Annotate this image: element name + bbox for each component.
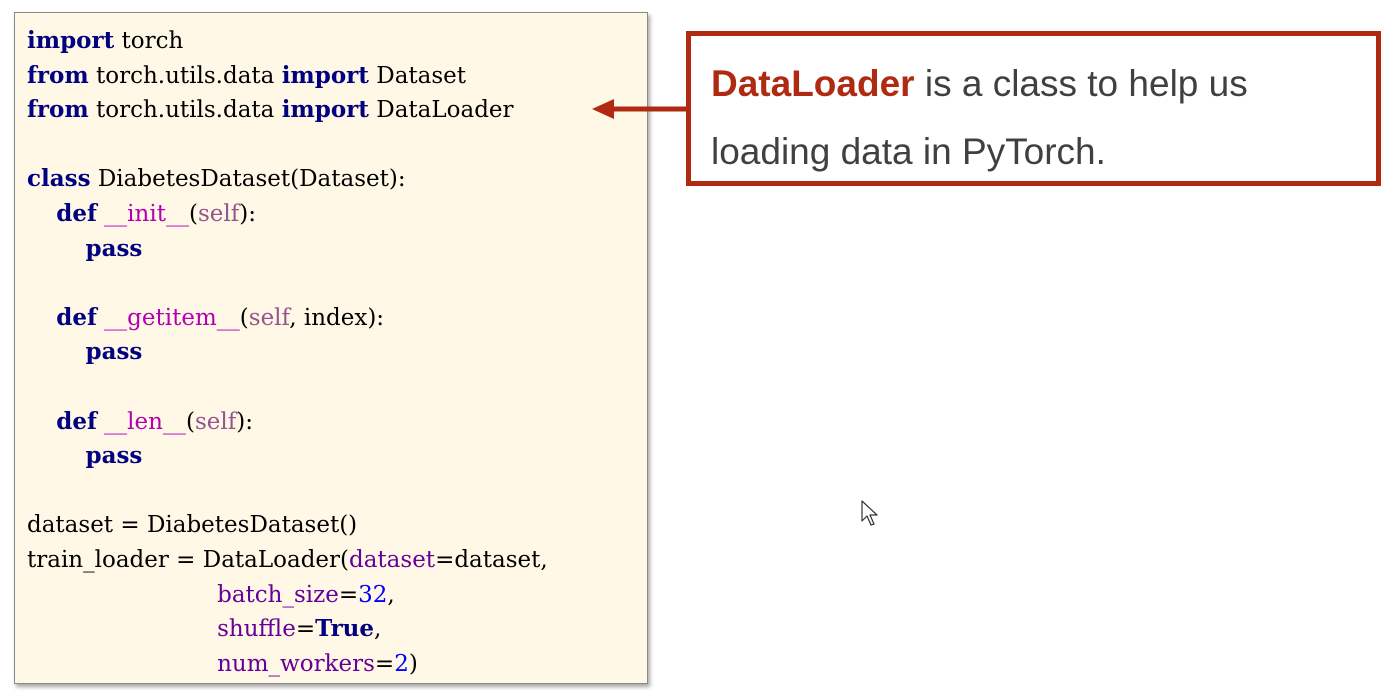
code-token: def (56, 303, 97, 331)
code-token: import (281, 61, 369, 89)
code-line: def __init__(self): (27, 197, 548, 232)
code-token: , (387, 581, 395, 608)
code-token: train_loader = DataLoader( (27, 546, 349, 573)
code-token: __getitem__ (104, 304, 240, 331)
callout-highlight: DataLoader (711, 63, 915, 104)
code-token: from (27, 96, 89, 124)
code-token: torch.utils.data (88, 62, 282, 89)
code-line: from torch.utils.data import DataLoader (27, 93, 548, 128)
code-token: def (56, 407, 97, 435)
code-token: num_workers (217, 650, 375, 677)
code-token: __init__ (104, 200, 189, 227)
code-line: dataset = DiabetesDataset() (27, 508, 548, 543)
code-line: def __len__(self): (27, 405, 548, 440)
code-line: pass (27, 232, 548, 267)
code-token: ) (408, 650, 418, 677)
code-token: __len__ (104, 408, 186, 435)
code-token: torch (114, 28, 184, 54)
code-line: num_workers=2) (27, 647, 548, 682)
code-token: Dataset (368, 62, 467, 89)
code-token: import (27, 27, 115, 54)
code-token: dataset = DiabetesDataset() (27, 512, 358, 539)
code-token: 32 (358, 581, 388, 608)
code-token: ( (239, 304, 249, 331)
code-panel: import torch from torch.utils.data import… (14, 12, 648, 684)
code-token: True (315, 615, 375, 643)
code-token: pass (85, 338, 143, 366)
code-token: def (56, 199, 97, 227)
code-token: =dataset, (435, 546, 548, 573)
code-token: ( (185, 408, 195, 435)
code-token: pass (85, 442, 143, 470)
code-token: pass (85, 234, 143, 262)
code-line: import torch (27, 24, 548, 59)
code-line: pass (27, 439, 548, 474)
code-token: , index): (289, 304, 385, 331)
code-line: def __getitem__(self, index): (27, 301, 548, 336)
code-token: torch.utils.data (88, 97, 282, 124)
code-token: dataset (349, 546, 436, 573)
code-token: ( (188, 200, 198, 227)
code-token: batch_size (217, 581, 339, 608)
code-token: 2 (394, 650, 409, 677)
code-token: self (248, 304, 290, 331)
code-token: self (197, 200, 240, 227)
code-token: DiabetesDataset(Dataset): (90, 166, 406, 193)
code-token: shuffle (217, 616, 296, 643)
code-line: batch_size=32, (27, 578, 548, 613)
code-line: shuffle=True, (27, 612, 548, 647)
code-block: import torch from torch.utils.data import… (27, 24, 548, 681)
code-token: from (27, 61, 89, 89)
code-line: train_loader = DataLoader(dataset=datase… (27, 543, 548, 578)
code-line: pass (27, 335, 548, 370)
code-token: = (374, 650, 395, 677)
code-token: ): (236, 408, 253, 435)
code-token: self (194, 408, 237, 435)
callout-box: DataLoader is a class to help us loading… (686, 31, 1381, 186)
code-token: = (295, 616, 316, 643)
code-token: ): (239, 200, 256, 227)
callout-text: DataLoader is a class to help us loading… (711, 50, 1361, 186)
mouse-cursor-icon (861, 500, 878, 526)
code-token: class (27, 165, 91, 193)
arrow-left-icon (592, 99, 690, 119)
code-token: import (281, 96, 369, 124)
code-token: = (338, 581, 359, 608)
code-token: DataLoader (368, 97, 514, 124)
code-line: from torch.utils.data import Dataset (27, 59, 548, 94)
code-token: , (374, 616, 382, 643)
code-line: class DiabetesDataset(Dataset): (27, 162, 548, 197)
